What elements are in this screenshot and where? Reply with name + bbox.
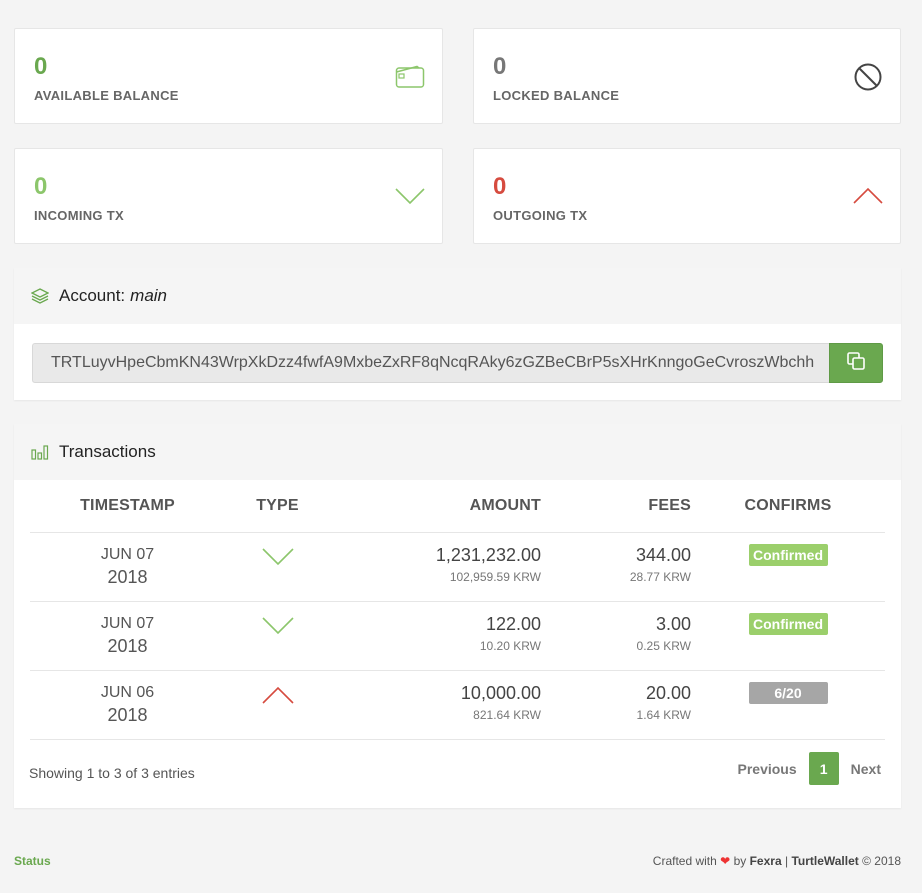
- available-balance-value: 0: [34, 53, 48, 80]
- tx-amount-krw: 102,959.59 KRW: [449, 569, 541, 584]
- tx-amount: 1,231,232.00: [435, 544, 541, 565]
- timestamp-cell: JUN 07 2018: [30, 601, 225, 671]
- col-type[interactable]: TYPE: [225, 480, 330, 533]
- outgoing-tx-label: OUTGOING TX: [493, 208, 588, 223]
- incoming-tx-label: INCOMING TX: [34, 208, 124, 223]
- locked-balance-card: 0 LOCKED BALANCE: [473, 28, 901, 124]
- type-cell: [225, 532, 330, 602]
- transactions-panel: Transactions TIMESTAMP TYPE AMOUNT FEES …: [14, 424, 901, 808]
- transactions-table: TIMESTAMP TYPE AMOUNT FEES CONFIRMS JUN …: [30, 480, 885, 740]
- tx-year: 2018: [107, 566, 148, 587]
- fee-cell: 20.00 1.64 KRW: [541, 670, 691, 740]
- copyright-text: © 2018: [862, 854, 901, 868]
- footer-separator: |: [784, 854, 789, 868]
- col-timestamp[interactable]: TIMESTAMP: [30, 480, 225, 533]
- available-balance-label: AVAILABLE BALANCE: [34, 88, 179, 103]
- col-fees[interactable]: FEES: [541, 480, 691, 533]
- transactions-header: Transactions: [14, 424, 901, 480]
- account-title: Account:: [59, 286, 126, 305]
- status-link[interactable]: Status: [14, 854, 51, 868]
- author-link[interactable]: Fexra: [750, 854, 782, 868]
- next-page-button[interactable]: Next: [839, 761, 893, 777]
- account-header: Account: main: [14, 268, 901, 324]
- ban-icon: [853, 62, 883, 97]
- incoming-chevron-icon: [261, 616, 294, 640]
- outgoing-tx-card: 0 OUTGOING TX: [473, 148, 901, 244]
- status-badge: Confirmed: [748, 612, 828, 635]
- tx-date: JUN 07: [100, 545, 155, 563]
- current-page-button[interactable]: 1: [808, 752, 839, 785]
- app-name[interactable]: TurtleWallet: [791, 854, 858, 868]
- outgoing-chevron-icon: [261, 686, 294, 709]
- tx-date: JUN 06: [100, 683, 155, 701]
- outgoing-tx-value: 0: [493, 173, 507, 200]
- col-amount[interactable]: AMOUNT: [330, 480, 541, 533]
- status-badge: 6/20: [748, 681, 828, 704]
- pagination: Previous 1 Next: [726, 752, 894, 785]
- table-row[interactable]: JUN 07 2018 122.00 10.20 KRW 3.00 0.25 KRW …: [30, 601, 885, 671]
- confirms-cell: Confirmed: [691, 601, 885, 671]
- incoming-tx-card: 0 INCOMING TX: [14, 148, 443, 244]
- timestamp-cell: JUN 07 2018: [30, 532, 225, 602]
- wallet-icon: [395, 65, 425, 94]
- fee-cell: 3.00 0.25 KRW: [541, 601, 691, 671]
- amount-cell: 122.00 10.20 KRW: [330, 601, 541, 671]
- confirms-cell: Confirmed: [691, 532, 885, 602]
- address-row: TRTLuyvHpeCbmKN43WrpXkDzz4fwfA9MxbeZxRF8…: [32, 343, 883, 383]
- table-row[interactable]: JUN 07 2018 1,231,232.00 102,959.59 KRW 34…: [30, 532, 885, 602]
- tx-fee: 20.00: [645, 682, 691, 703]
- by-text: by: [733, 854, 747, 868]
- tx-date: JUN 07: [100, 614, 155, 632]
- col-confirms[interactable]: CONFIRMS: [691, 480, 885, 533]
- copy-icon: [847, 351, 865, 375]
- account-panel: Account: main TRTLuyvHpeCbmKN43WrpXkDzz4…: [14, 268, 901, 400]
- tx-fee: 344.00: [635, 544, 691, 565]
- amount-cell: 1,231,232.00 102,959.59 KRW: [330, 532, 541, 602]
- address-field[interactable]: TRTLuyvHpeCbmKN43WrpXkDzz4fwfA9MxbeZxRF8…: [32, 343, 829, 383]
- footer-credits: Crafted with ❤ by Fexra | TurtleWallet ©…: [653, 854, 901, 868]
- account-name: main: [130, 286, 168, 305]
- table-row[interactable]: JUN 06 2018 10,000.00 821.64 KRW 20.00 1.64…: [30, 670, 885, 740]
- tx-fee-krw: 1.64 KRW: [636, 707, 691, 722]
- tx-amount-krw: 821.64 KRW: [473, 707, 541, 722]
- heart-icon: ❤: [720, 854, 731, 868]
- locked-balance-label: LOCKED BALANCE: [493, 88, 620, 103]
- type-cell: [225, 670, 330, 740]
- layers-icon: [31, 288, 49, 304]
- tx-fee-krw: 0.25 KRW: [636, 638, 691, 653]
- tx-fee-krw: 28.77 KRW: [629, 569, 691, 584]
- type-cell: [225, 601, 330, 671]
- incoming-tx-value: 0: [34, 173, 48, 200]
- crafted-text: Crafted with: [652, 854, 717, 868]
- amount-cell: 10,000.00 821.64 KRW: [330, 670, 541, 740]
- tx-year: 2018: [107, 704, 148, 725]
- table-header-row: TIMESTAMP TYPE AMOUNT FEES CONFIRMS: [30, 480, 885, 533]
- locked-balance-value: 0: [493, 53, 507, 80]
- available-balance-card: 0 AVAILABLE BALANCE: [14, 28, 443, 124]
- copy-address-button[interactable]: [829, 343, 883, 383]
- transactions-title: Transactions: [59, 442, 156, 461]
- tx-amount: 10,000.00: [460, 682, 541, 703]
- tx-year: 2018: [107, 635, 148, 656]
- incoming-chevron-icon: [261, 547, 294, 571]
- fee-cell: 344.00 28.77 KRW: [541, 532, 691, 602]
- chevron-down-icon: [395, 187, 425, 210]
- entries-info: Showing 1 to 3 of 3 entries: [29, 765, 195, 781]
- chevron-up-icon: [853, 187, 883, 210]
- timestamp-cell: JUN 06 2018: [30, 670, 225, 740]
- bar-chart-icon: [31, 444, 49, 460]
- tx-amount: 122.00: [485, 613, 541, 634]
- previous-page-button[interactable]: Previous: [726, 761, 809, 777]
- tx-amount-krw: 10.20 KRW: [479, 638, 541, 653]
- confirms-cell: 6/20: [691, 670, 885, 740]
- status-badge: Confirmed: [748, 543, 828, 566]
- tx-fee: 3.00: [655, 613, 691, 634]
